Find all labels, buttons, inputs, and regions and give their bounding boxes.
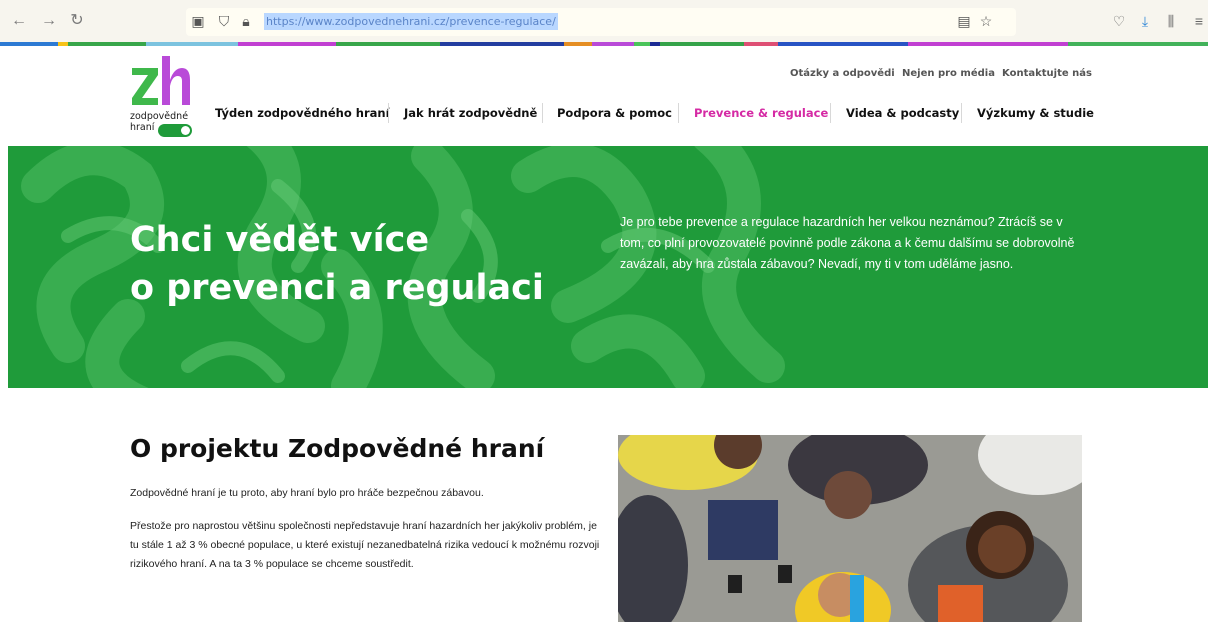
- nav-item-videa[interactable]: Videa & podcasty: [846, 106, 959, 120]
- star-icon[interactable]: ☆: [978, 13, 994, 29]
- shield-icon[interactable]: ⛉: [216, 13, 232, 29]
- hero-banner: Chci vědět více o prevenci a regulaci Je…: [8, 146, 1208, 388]
- section-title: O projektu Zodpovědné hraní: [130, 434, 545, 463]
- hero-title-line-2: o prevenci a regulaci: [130, 268, 544, 308]
- logo-z-mark: [132, 68, 158, 105]
- logo-h-mark: [162, 56, 190, 105]
- nav-item-tyden[interactable]: Týden zodpovědného hraní: [215, 106, 390, 120]
- arrow-left-icon[interactable]: ←: [10, 12, 28, 30]
- reload-icon[interactable]: ↻: [68, 12, 86, 30]
- hero-title: Chci vědět více o prevenci a regulaci: [130, 216, 544, 312]
- site-logo[interactable]: zodpovědné hraní: [130, 56, 200, 142]
- hero-description: Je pro tebe prevence a regulace hazardní…: [620, 215, 1075, 271]
- pocket-icon[interactable]: ♡: [1110, 12, 1128, 30]
- people-photo: [618, 435, 1082, 622]
- reader-icon[interactable]: ▤: [956, 13, 972, 29]
- page-icon[interactable]: ▣: [190, 13, 206, 29]
- logo-toggle-icon: [158, 124, 192, 137]
- nav-divider: [542, 103, 543, 123]
- url-text[interactable]: https://www.zodpovednehrani.cz/prevence-…: [264, 13, 558, 30]
- hero-title-line-1: Chci vědět více: [130, 220, 430, 260]
- menu-icon[interactable]: ≡: [1190, 12, 1208, 30]
- browser-toolbar: ← → ↻ ▣ ⛉ 🔒︎ https://www.zodpovednehrani…: [0, 0, 1208, 44]
- nav-item-prevence[interactable]: Prevence & regulace: [694, 106, 828, 120]
- arrow-right-icon[interactable]: →: [40, 12, 58, 30]
- site-header: zodpovědné hraní Otázky a odpovědi Nejen…: [0, 46, 1208, 146]
- nav-item-vyzkumy[interactable]: Výzkumy & studie: [977, 106, 1094, 120]
- nav-divider: [961, 103, 962, 123]
- photo-illustration: [618, 435, 1082, 622]
- util-nav-contact[interactable]: Kontaktujte nás: [1002, 68, 1092, 79]
- nav-item-podpora[interactable]: Podpora & pomoc: [557, 106, 672, 120]
- util-nav-faq[interactable]: Otázky a odpovědi: [790, 68, 895, 79]
- nav-divider: [388, 103, 389, 123]
- lock-icon[interactable]: 🔒︎: [238, 13, 254, 29]
- library-icon[interactable]: ⫼: [1162, 12, 1180, 30]
- intro-paragraph: Zodpovědné hraní je tu proto, aby hraní …: [130, 487, 484, 499]
- nav-item-jak-hrat[interactable]: Jak hrát zodpovědně: [404, 106, 537, 120]
- logo-line-1: zodpovědné: [130, 111, 189, 122]
- nav-divider: [830, 103, 831, 123]
- nav-divider: [678, 103, 679, 123]
- address-bar[interactable]: ▣ ⛉ 🔒︎ https://www.zodpovednehrani.cz/pr…: [186, 8, 1016, 36]
- util-nav-media[interactable]: Nejen pro média: [902, 68, 995, 79]
- body-paragraph: Přestože pro naprostou většinu společnos…: [130, 520, 600, 570]
- download-icon[interactable]: ⤓: [1136, 12, 1154, 30]
